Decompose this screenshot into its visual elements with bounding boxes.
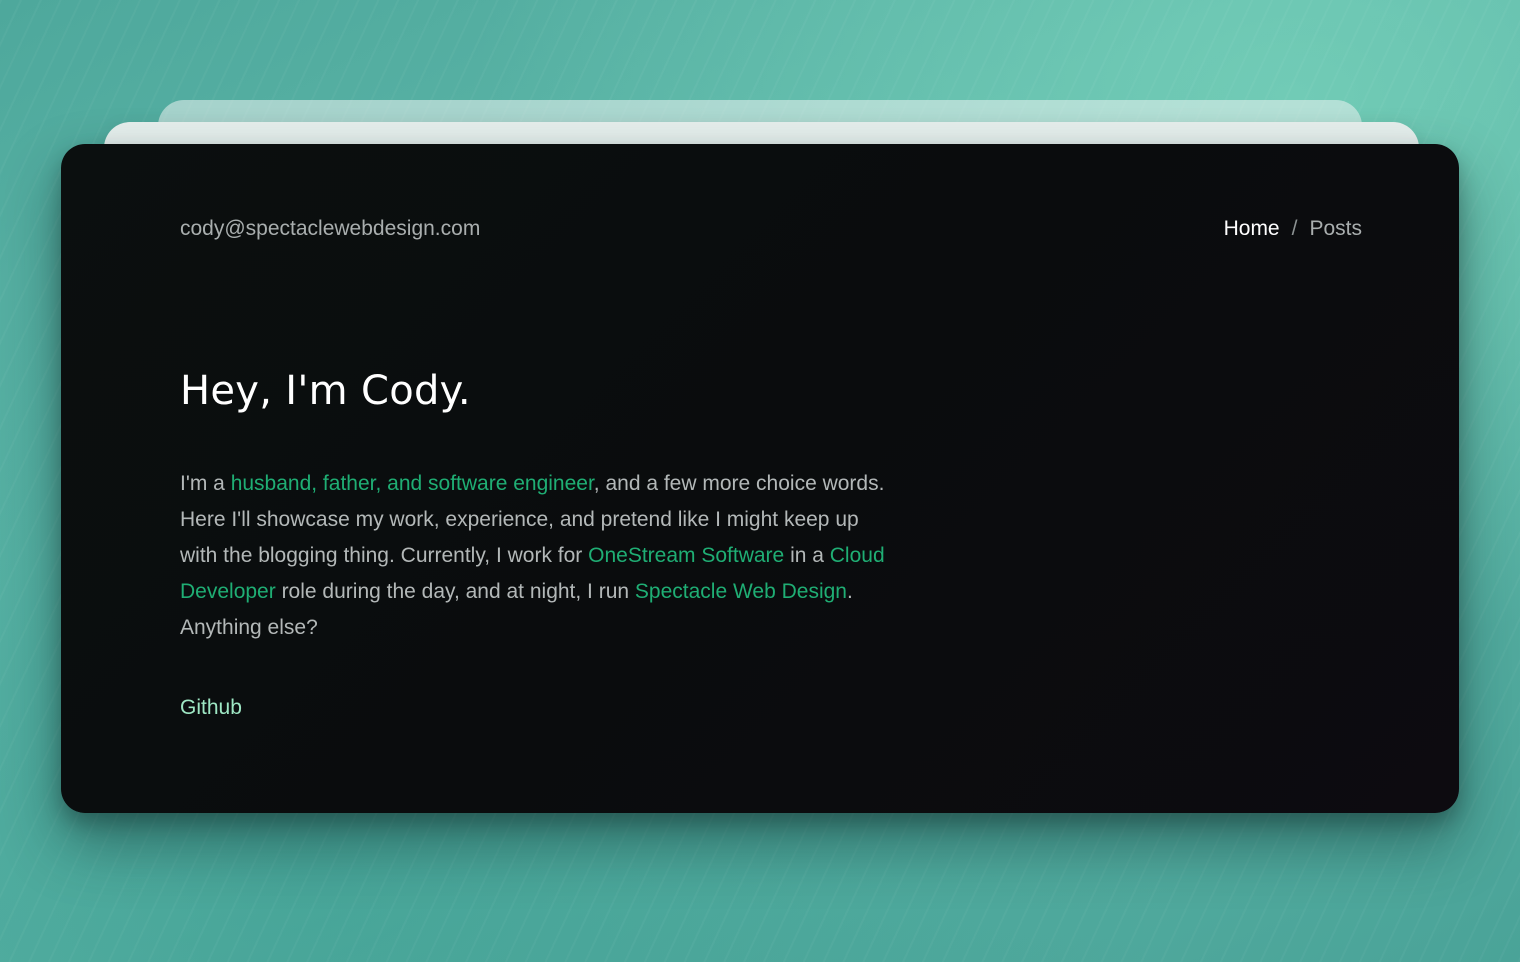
main-card: cody@spectaclewebdesign.com Home / Posts… <box>61 144 1459 813</box>
nav-home-link[interactable]: Home <box>1224 217 1280 241</box>
bio-paragraph: I'm a husband, father, and software engi… <box>180 466 900 646</box>
roles-link[interactable]: husband, father, and software engineer <box>231 472 594 495</box>
github-link[interactable]: Github <box>180 696 242 720</box>
top-nav: Home / Posts <box>1224 217 1362 241</box>
bio-text: I'm a <box>180 472 231 495</box>
business-link[interactable]: Spectacle Web Design <box>635 580 847 603</box>
nav-separator: / <box>1291 217 1298 240</box>
nav-posts-link[interactable]: Posts <box>1309 217 1362 241</box>
bio-text: in a <box>784 544 830 567</box>
company-link[interactable]: OneStream Software <box>588 544 784 567</box>
hero-heading: Hey, I'm Cody. <box>180 368 471 414</box>
email-link[interactable]: cody@spectaclewebdesign.com <box>180 217 480 241</box>
bio-text: role during the day, and at night, I run <box>275 580 635 603</box>
